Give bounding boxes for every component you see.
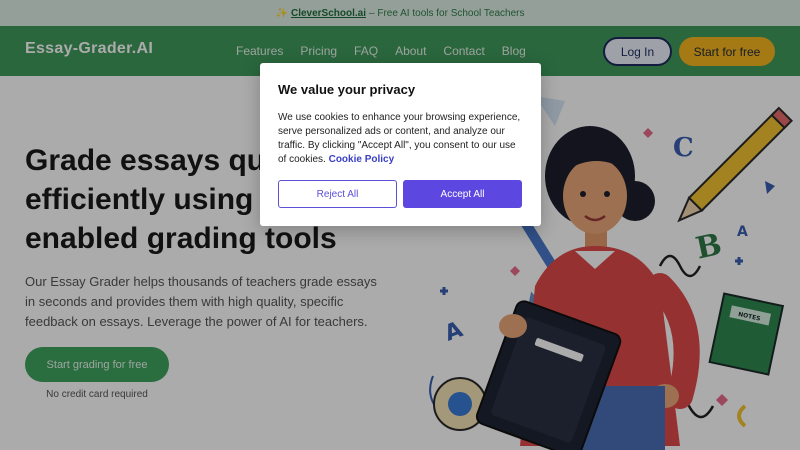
modal-title: We value your privacy — [278, 82, 416, 97]
reject-all-button[interactable]: Reject All — [278, 180, 397, 208]
cookie-policy-link[interactable]: Cookie Policy — [329, 154, 395, 165]
modal-body-text: We use cookies to enhance your browsing … — [278, 112, 521, 165]
modal-body: We use cookies to enhance your browsing … — [278, 111, 526, 167]
cookie-consent-modal: We value your privacy We use cookies to … — [260, 63, 541, 226]
accept-all-button[interactable]: Accept All — [403, 180, 522, 208]
